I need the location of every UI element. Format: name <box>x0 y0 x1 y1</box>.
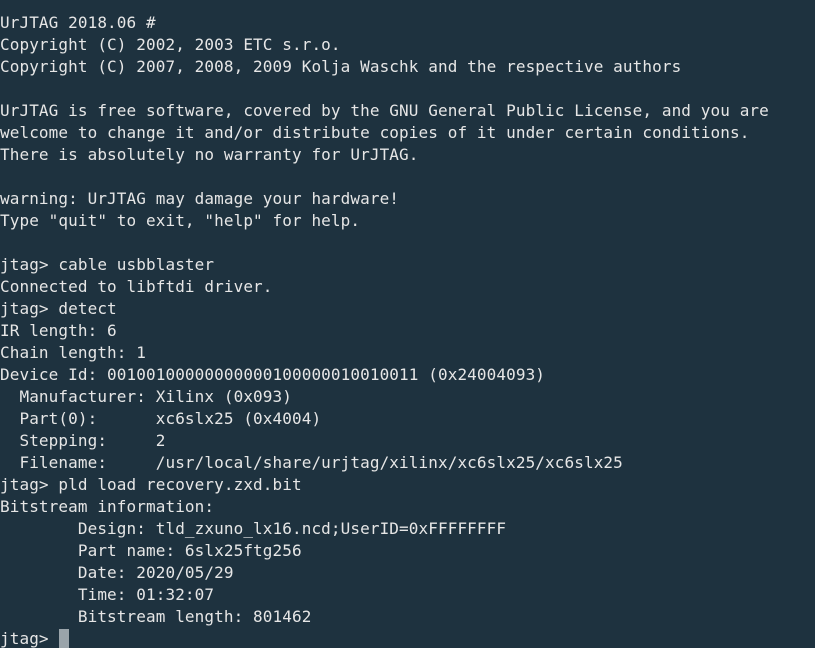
terminal-prompt: jtag> <box>0 629 59 648</box>
terminal-line-time: Time: 01:32:07 <box>0 585 215 604</box>
terminal-line-date: Date: 2020/05/29 <box>0 563 234 582</box>
terminal-line-bitstream-info: Bitstream information: <box>0 497 215 516</box>
terminal-line-license-3: There is absolutely no warranty for UrJT… <box>0 145 419 164</box>
terminal-line-bitstream-length: Bitstream length: 801462 <box>0 607 312 626</box>
terminal-line-cmd-pld-load: jtag> pld load recovery.zxd.bit <box>0 475 302 494</box>
terminal-line-warning: warning: UrJTAG may damage your hardware… <box>0 189 400 208</box>
terminal-line-manufacturer: Manufacturer: Xilinx (0x093) <box>0 387 292 406</box>
terminal-line-copyright-1: Copyright (C) 2002, 2003 ETC s.r.o. <box>0 35 341 54</box>
terminal-line-help-hint: Type "quit" to exit, "help" for help. <box>0 211 361 230</box>
terminal-line-license-2: welcome to change it and/or distribute c… <box>0 123 750 142</box>
terminal-line-cmd-detect: jtag> detect <box>0 299 117 318</box>
terminal-line-chain-length: Chain length: 1 <box>0 343 146 362</box>
terminal-line-part: Part(0): xc6slx25 (0x4004) <box>0 409 322 428</box>
terminal-line-cmd-cable: jtag> cable usbblaster <box>0 255 215 274</box>
terminal-line-copyright-2: Copyright (C) 2007, 2008, 2009 Kolja Was… <box>0 57 682 76</box>
terminal-input-line[interactable]: jtag> <box>0 628 815 648</box>
terminal-line-stepping: Stepping: 2 <box>0 431 166 450</box>
terminal-line-version: UrJTAG 2018.06 # <box>0 13 156 32</box>
terminal-line-design: Design: tld_zxuno_lx16.ncd;UserID=0xFFFF… <box>0 519 507 538</box>
terminal-line-device-id: Device Id: 00100100000000000100000010010… <box>0 365 546 384</box>
terminal-line-filename: Filename: /usr/local/share/urjtag/xilinx… <box>0 453 623 472</box>
terminal-line-part-name: Part name: 6slx25ftg256 <box>0 541 302 560</box>
terminal-line-license-1: UrJTAG is free software, covered by the … <box>0 101 769 120</box>
terminal-line-connected: Connected to libftdi driver. <box>0 277 273 296</box>
terminal-window[interactable]: UrJTAG 2018.06 # Copyright (C) 2002, 200… <box>0 0 815 648</box>
terminal-line-ir-length: IR length: 6 <box>0 321 117 340</box>
text-cursor <box>59 629 70 648</box>
